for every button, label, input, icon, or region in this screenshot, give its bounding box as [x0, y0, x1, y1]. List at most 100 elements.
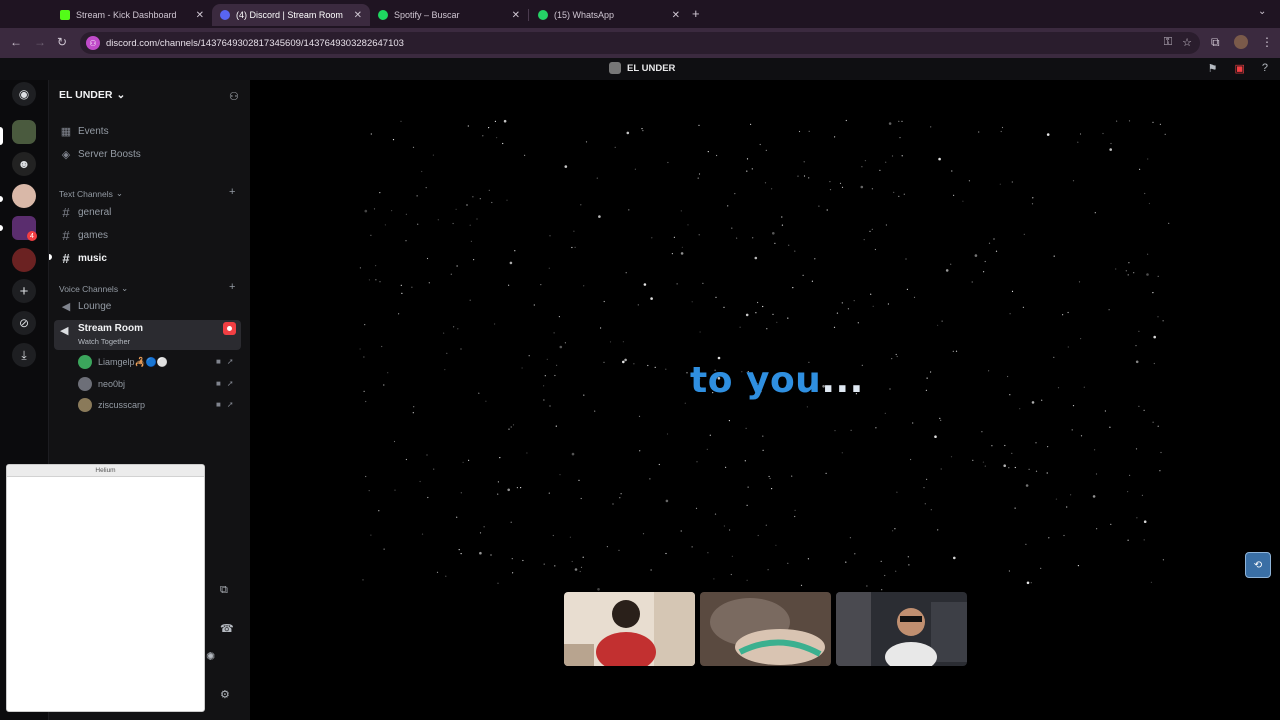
server-boosts-item[interactable]: ◈ Server Boosts [59, 148, 141, 161]
caption-dots: ... [821, 360, 864, 401]
rocket-icon: ➚ [226, 357, 234, 366]
voice-user-status: ■ ➚ [216, 379, 234, 388]
forward-arrow-icon[interactable]: → [34, 35, 46, 49]
profile-avatar[interactable] [1234, 35, 1248, 49]
help-icon[interactable]: ? [1262, 62, 1268, 75]
caption-text: to you [690, 360, 822, 401]
inbox-icon[interactable]: ▣ [1234, 62, 1244, 75]
stream-stage[interactable]: to you... ⟲ [250, 80, 1280, 720]
voice-user-name: ziscusscarp [98, 400, 146, 410]
invite-people-icon[interactable]: ⚇ [229, 90, 239, 103]
tab-whatsapp[interactable]: (15) WhatsApp ✕ [530, 4, 688, 26]
url-text[interactable]: discord.com/channels/1437649302817345609… [106, 38, 404, 49]
text-channels-category[interactable]: Text Channels ⌄ [59, 188, 123, 199]
unread-pill [0, 196, 3, 202]
participant-video-1 [564, 592, 695, 666]
voice-user-name: Liamgelp🦂🔵⚪ [98, 356, 169, 367]
address-bar[interactable]: ⚇ discord.com/channels/14376493028173456… [80, 32, 1200, 54]
server-icon-red[interactable] [12, 248, 36, 272]
more-menu-icon[interactable]: ⋮ [1261, 35, 1273, 49]
hashtag-icon: # [62, 228, 70, 243]
voice-channels-category[interactable]: Voice Channels ⌄ [59, 283, 128, 294]
active-server-pill [0, 127, 3, 145]
events-item[interactable]: ▦ Events [59, 125, 109, 138]
add-server-icon[interactable]: + [12, 279, 36, 303]
participant-video-tile[interactable] [564, 592, 695, 666]
server-icon-mask[interactable]: ☻ [12, 152, 36, 176]
popup-title: Helium [7, 465, 204, 477]
live-record-icon[interactable] [223, 322, 236, 335]
whatsapp-icon [538, 10, 548, 20]
bookmark-star-icon[interactable]: ☆ [1182, 36, 1192, 49]
logo-badge-icon[interactable]: ⟲ [1245, 552, 1271, 578]
participant-video-strip [564, 592, 967, 666]
discover-compass-icon[interactable]: ⊘ [12, 311, 36, 335]
voice-user-row[interactable]: Liamgelp🦂🔵⚪ [78, 355, 168, 369]
voice-user-status: ■ ➚ [216, 357, 234, 366]
chevron-down-icon: ⌄ [121, 283, 129, 293]
channel-activity: Watch Together [78, 337, 131, 346]
voice-channel-stream-room[interactable]: ◀ Stream Room Watch Together [54, 320, 241, 350]
tab-kick-dashboard[interactable]: Stream - Kick Dashboard ✕ [52, 4, 212, 26]
unread-indicator [49, 254, 52, 260]
channel-games[interactable]: # games [59, 228, 108, 243]
screen-share-icon[interactable]: ⧉ [220, 584, 228, 597]
close-icon[interactable]: ✕ [512, 10, 520, 21]
tab-spotify[interactable]: Spotify – Buscar ✕ [370, 4, 528, 26]
close-icon[interactable]: ✕ [196, 10, 204, 21]
unread-pill [0, 225, 3, 231]
back-arrow-icon[interactable]: ← [10, 35, 22, 49]
activity-icon[interactable]: ✺ [206, 650, 215, 663]
chevron-down-icon: ⌄ [116, 89, 126, 101]
download-icon[interactable]: ⤓ [12, 343, 36, 367]
channel-general[interactable]: # general [59, 205, 111, 220]
password-key-icon[interactable]: ⚿ [1164, 36, 1172, 49]
voice-user-row[interactable]: ziscusscarp [78, 398, 145, 412]
rocket-icon: ➚ [226, 379, 234, 388]
channel-label: music [78, 253, 107, 264]
mention-badge: 4 [27, 231, 37, 241]
chevron-down-icon: ⌄ [115, 188, 123, 198]
tab-divider [528, 9, 529, 21]
camera-icon: ■ [216, 379, 221, 388]
discord-title-bar: EL UNDER ⚑ ▣ ? [0, 58, 1280, 80]
server-name: EL UNDER [59, 89, 113, 101]
voice-channel-lounge[interactable]: ◀ Lounge [59, 300, 112, 313]
discord-home-icon[interactable]: ◉ [12, 82, 36, 106]
gear-icon[interactable]: ⚙ [220, 688, 230, 701]
avatar [78, 355, 92, 369]
tab-search-chevron-icon[interactable]: ⌄ [1258, 6, 1266, 17]
spotify-icon [378, 10, 388, 20]
participant-video-tile[interactable] [700, 592, 831, 666]
tab-title: Spotify – Buscar [394, 10, 460, 20]
server-header[interactable]: EL UNDER ⌄ [59, 89, 125, 101]
stream-caption: to you... [690, 360, 864, 401]
avatar [78, 377, 92, 391]
camera-icon: ■ [216, 400, 221, 409]
server-title: EL UNDER [609, 62, 675, 74]
participant-video-tile[interactable] [836, 592, 967, 666]
voice-user-row[interactable]: neo0bj [78, 377, 125, 391]
reload-icon[interactable]: ↻ [57, 35, 67, 49]
disconnect-phone-icon[interactable]: ☎ [220, 622, 234, 635]
close-icon[interactable]: ✕ [672, 10, 680, 21]
tab-discord[interactable]: (4) Discord | Stream Room ✕ [212, 4, 370, 26]
server-icon-el-under[interactable] [12, 120, 36, 144]
flag-icon[interactable]: ⚑ [1208, 62, 1218, 75]
channel-music[interactable]: # music [59, 251, 107, 266]
channel-label: Lounge [78, 301, 112, 312]
site-info-icon[interactable]: ⚇ [86, 36, 100, 50]
helium-popup-window[interactable]: Helium [6, 464, 205, 712]
voice-user-name: neo0bj [98, 379, 126, 389]
server-mini-icon [609, 62, 621, 74]
create-voice-channel-plus-icon[interactable]: + [229, 281, 235, 293]
channel-label: general [78, 207, 112, 218]
hashtag-icon: # [62, 251, 70, 266]
reading-list-icon[interactable]: ⧉ [1211, 35, 1220, 50]
close-icon[interactable]: ✕ [354, 10, 362, 21]
new-tab-button[interactable]: + [692, 6, 700, 21]
create-text-channel-plus-icon[interactable]: + [229, 186, 235, 198]
browser-tab-bar: Stream - Kick Dashboard ✕ (4) Discord | … [0, 0, 1280, 28]
server-icon-face[interactable] [12, 184, 36, 208]
kick-icon [60, 10, 70, 20]
